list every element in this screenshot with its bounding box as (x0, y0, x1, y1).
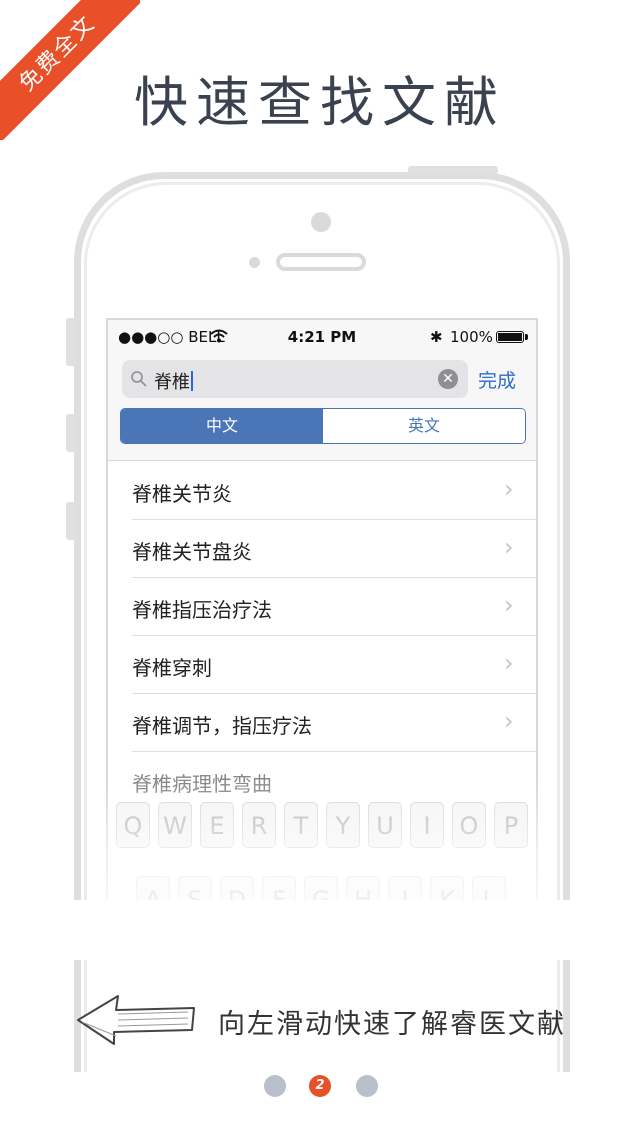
clear-search-icon[interactable]: ✕ (438, 369, 458, 389)
list-item-label: 脊椎调节，指压疗法 (132, 714, 312, 738)
done-button[interactable]: 完成 (478, 366, 516, 393)
search-icon (131, 371, 147, 387)
battery-icon (496, 331, 524, 343)
mute-switch (66, 318, 76, 366)
chevron-right-icon: › (504, 649, 514, 677)
volume-up-button (66, 414, 76, 452)
battery-percent: 100% (450, 328, 493, 346)
list-item[interactable]: 脊椎关节盘炎 › (132, 519, 536, 578)
front-camera (311, 212, 331, 232)
swipe-hint-text: 向左滑动快速了解睿医文献 (218, 1009, 566, 1040)
list-item[interactable]: 脊椎关节炎 › (132, 461, 536, 520)
chevron-right-icon: › (504, 533, 514, 561)
segment-english[interactable]: 英文 (323, 409, 525, 443)
swipe-left-arrow-icon (77, 995, 195, 1045)
battery-tip (525, 334, 528, 340)
search-input[interactable]: 脊椎 ✕ (122, 360, 468, 398)
chevron-right-icon: › (504, 475, 514, 503)
chevron-right-icon: › (504, 591, 514, 619)
page-dot-3[interactable] (356, 1075, 378, 1097)
list-item-label: 脊椎穿刺 (132, 656, 212, 680)
list-item-label: 脊椎指压治疗法 (132, 598, 272, 622)
page-dot-2-active[interactable]: 2 (309, 1075, 331, 1097)
page-dot-1[interactable] (264, 1075, 286, 1097)
list-item[interactable]: 脊椎调节，指压疗法 › (132, 693, 536, 752)
list-item[interactable]: 脊椎指压治疗法 › (132, 577, 536, 636)
text-cursor (191, 371, 193, 391)
list-item-label: 脊椎关节炎 (132, 482, 232, 506)
chevron-right-icon: › (504, 707, 514, 735)
list-item[interactable]: 脊椎穿刺 › (132, 635, 536, 694)
bluetooth-icon: ✱ (430, 328, 443, 346)
segment-chinese[interactable]: 中文 (121, 409, 323, 443)
search-query: 脊椎 (154, 368, 193, 394)
power-button (408, 166, 498, 174)
volume-down-button (66, 502, 76, 540)
status-bar: ●●●○○ BELL 4:21 PM ✱ 100% (108, 320, 536, 352)
phone-bottom-fade (60, 900, 580, 960)
list-item-label: 脊椎关节盘炎 (132, 540, 252, 564)
language-segmented-control: 中文 英文 (120, 408, 526, 444)
proximity-sensor (249, 257, 260, 268)
earpiece-speaker (276, 253, 366, 271)
page-headline: 快速查找文献 (134, 71, 506, 134)
